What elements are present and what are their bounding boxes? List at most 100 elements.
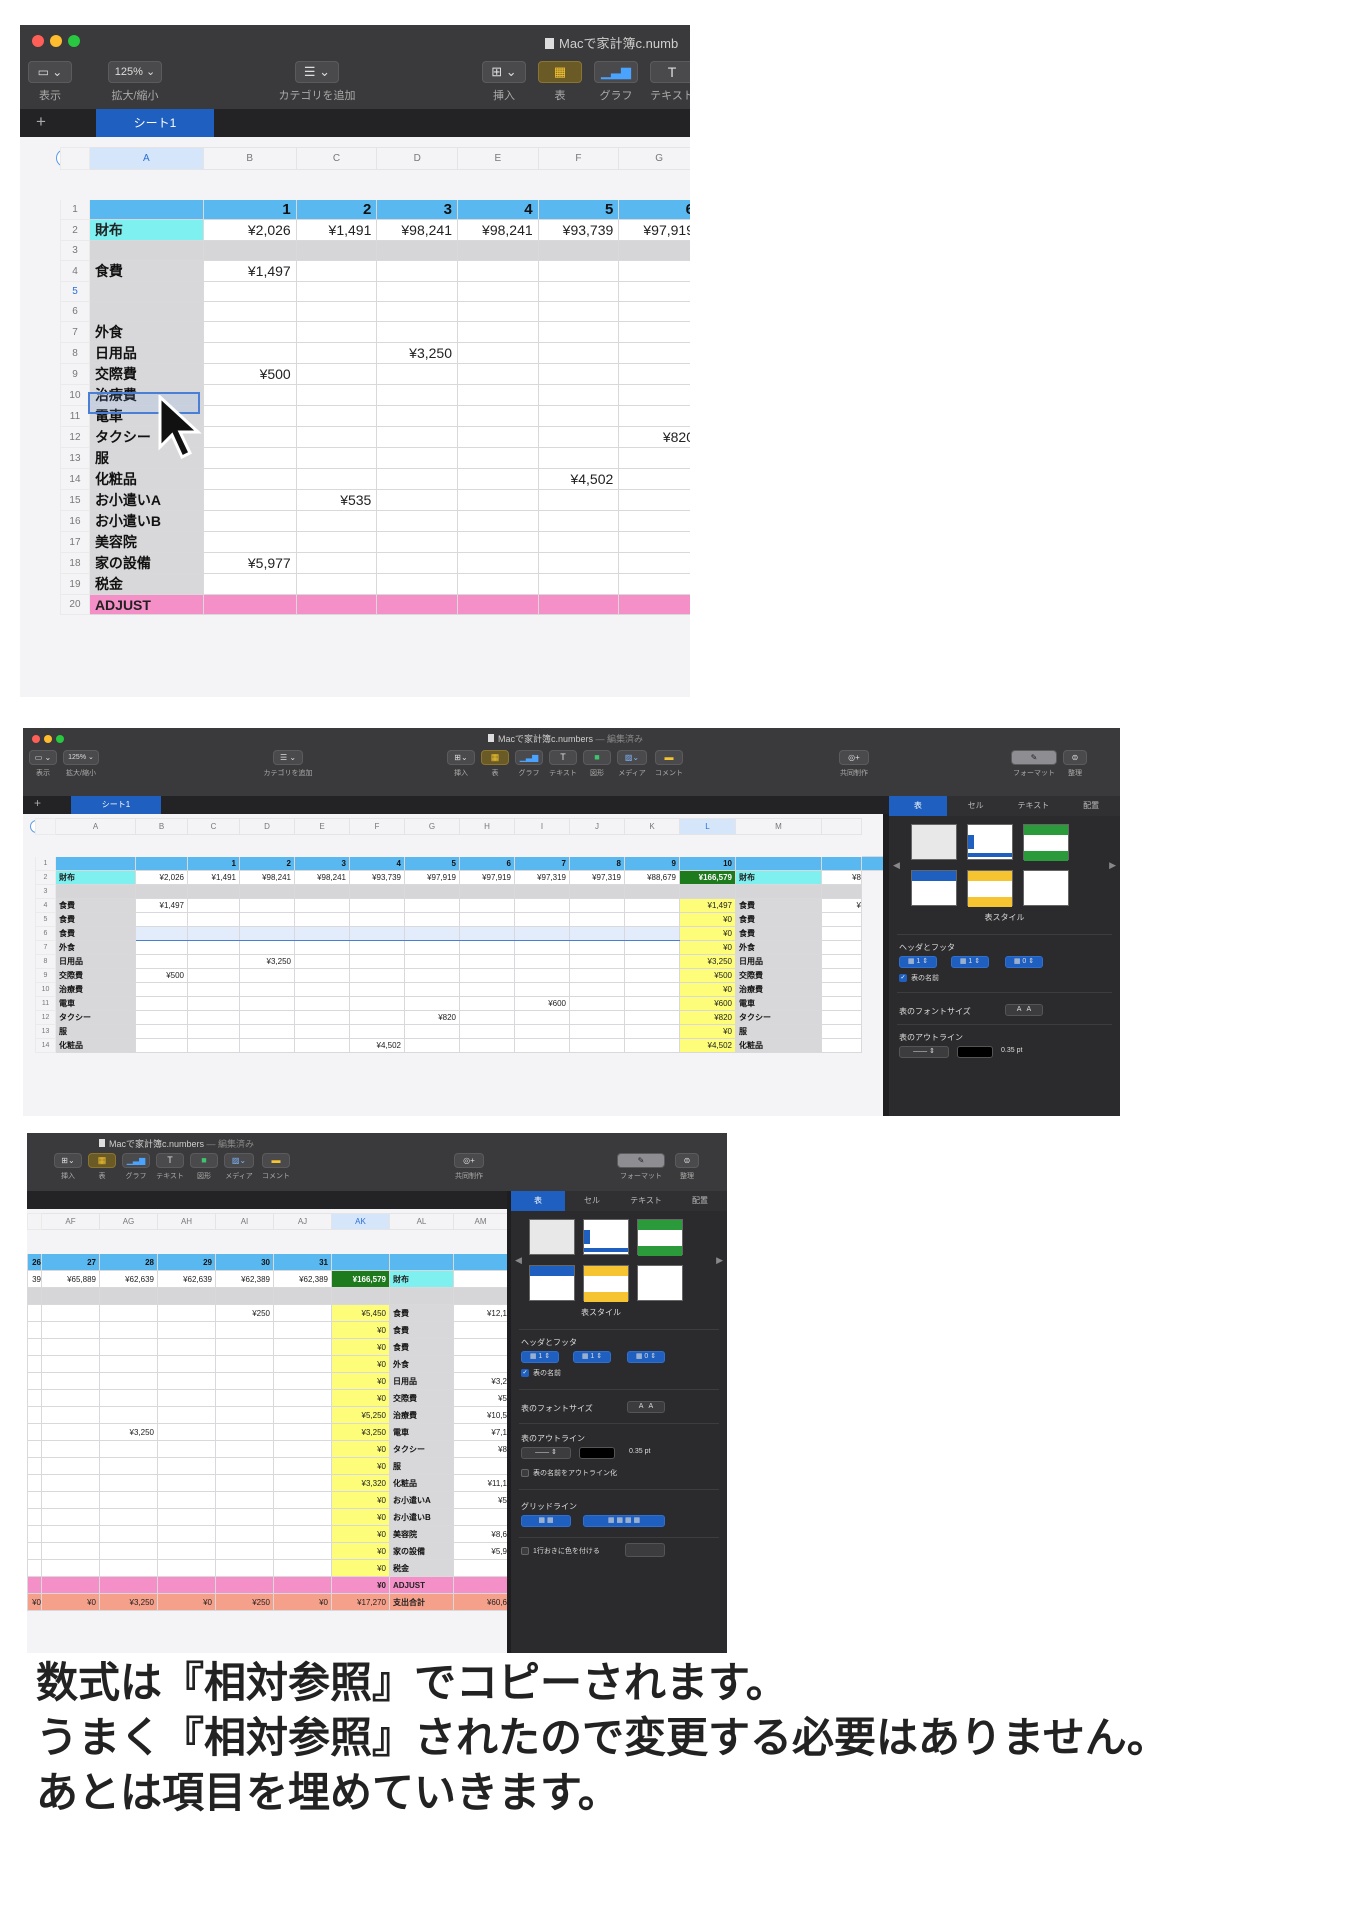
data-cell[interactable] [618, 342, 690, 364]
data-cell[interactable] [618, 321, 690, 343]
data-cell[interactable] [187, 898, 240, 913]
outline-style-select[interactable]: —— ⇕ [521, 1447, 571, 1459]
category-label[interactable]: 税金 [88, 573, 204, 595]
data-cell[interactable] [569, 926, 625, 941]
data-cell[interactable] [273, 1457, 332, 1475]
category-label[interactable]: 交際費 [389, 1389, 454, 1407]
chart-button[interactable]: ▁▃▆ [122, 1153, 150, 1168]
data-cell[interactable] [404, 1038, 460, 1053]
data-cell[interactable] [514, 940, 570, 955]
data-cell[interactable] [404, 996, 460, 1011]
category-label[interactable]: 服 [389, 1457, 454, 1475]
data-cell[interactable] [295, 447, 378, 469]
data-cell[interactable] [404, 912, 460, 927]
data-cell[interactable] [459, 926, 515, 941]
data-cell[interactable]: ¥62,639 [157, 1270, 216, 1288]
data-cell[interactable] [157, 1372, 216, 1390]
data-cell[interactable] [294, 898, 350, 913]
data-cell[interactable] [404, 954, 460, 969]
category-label[interactable]: ADJUST [389, 1576, 454, 1594]
category-label[interactable]: 食費 [389, 1321, 454, 1339]
header-rows-stepper[interactable]: ▦ 1 ⇕ [899, 956, 937, 968]
data-cell[interactable]: ¥500 [202, 363, 297, 385]
total-cell[interactable]: ¥0 [331, 1389, 390, 1407]
spreadsheet-canvas[interactable]: ABCDEFG11234562財布¥2,026¥1,491¥98,241¥98,… [20, 137, 690, 697]
data-cell[interactable] [27, 1457, 42, 1475]
data-cell[interactable] [215, 1355, 274, 1373]
row-number[interactable]: 5 [35, 912, 56, 927]
row-number[interactable]: 1 [60, 199, 90, 220]
header-rows-stepper[interactable]: ▦ 1 ⇕ [521, 1351, 559, 1363]
data-cell[interactable] [376, 281, 458, 302]
row-number[interactable]: 7 [60, 321, 90, 343]
data-cell[interactable] [273, 1542, 332, 1560]
column-header[interactable]: A [88, 147, 204, 170]
data-cell[interactable] [453, 1576, 507, 1594]
data-cell[interactable] [295, 405, 378, 427]
data-cell[interactable] [514, 954, 570, 969]
data-cell[interactable] [569, 884, 625, 899]
data-cell[interactable] [157, 1474, 216, 1492]
data-cell[interactable] [187, 1038, 240, 1053]
total-cell[interactable]: ¥5,450 [331, 1304, 390, 1322]
data-cell[interactable] [453, 1457, 507, 1475]
data-cell[interactable] [27, 1423, 42, 1441]
data-cell[interactable] [273, 1321, 332, 1339]
row-number[interactable]: 6 [35, 926, 56, 941]
data-cell[interactable] [618, 405, 690, 427]
data-cell[interactable]: ¥4,502 [537, 468, 620, 490]
minimize-window-button[interactable] [44, 735, 52, 743]
data-cell[interactable] [273, 1355, 332, 1373]
data-cell[interactable] [41, 1474, 100, 1492]
outline-color-well[interactable] [579, 1447, 615, 1459]
data-table[interactable]: ABCDEFG11234562財布¥2,026¥1,491¥98,241¥98,… [60, 147, 690, 615]
category-label[interactable]: 食費 [55, 926, 136, 941]
data-cell[interactable] [99, 1287, 158, 1305]
data-cell[interactable] [202, 447, 297, 469]
category-label-copy[interactable]: 財布 [735, 870, 822, 885]
data-cell[interactable]: 27 [41, 1253, 100, 1271]
data-cell[interactable] [376, 405, 458, 427]
data-cell[interactable] [514, 926, 570, 941]
shape-button[interactable]: ■ [583, 750, 611, 765]
data-cell[interactable] [202, 531, 297, 553]
data-cell[interactable] [135, 940, 188, 955]
data-cell[interactable] [295, 260, 378, 282]
data-cell[interactable] [457, 363, 539, 385]
data-cell[interactable] [624, 996, 680, 1011]
row-number[interactable]: 9 [60, 363, 90, 385]
data-cell[interactable] [537, 281, 620, 302]
column-header[interactable]: M [735, 818, 822, 835]
data-cell[interactable] [618, 573, 690, 595]
data-cell[interactable] [215, 1440, 274, 1458]
data-cell[interactable]: 1 [202, 199, 297, 220]
category-label[interactable]: 食費 [389, 1338, 454, 1356]
category-label[interactable] [55, 884, 136, 899]
total-cell[interactable]: ¥0 [331, 1576, 390, 1594]
row-number[interactable]: 7 [35, 940, 56, 955]
data-cell[interactable] [569, 940, 625, 955]
data-cell[interactable] [624, 898, 680, 913]
row-number[interactable]: 1 [35, 856, 56, 871]
category-label-copy[interactable]: 食費 [735, 898, 822, 913]
data-cell[interactable] [457, 281, 539, 302]
data-cell[interactable] [41, 1372, 100, 1390]
outline-width-value[interactable]: 0.35 pt [1001, 1047, 1022, 1054]
data-cell[interactable] [215, 1321, 274, 1339]
data-cell[interactable] [453, 1287, 507, 1305]
total-cell[interactable] [679, 884, 736, 899]
column-header[interactable]: D [239, 818, 295, 835]
total-cell[interactable]: ¥0 [331, 1542, 390, 1560]
data-cell[interactable] [514, 982, 570, 997]
data-cell[interactable] [41, 1338, 100, 1356]
data-cell[interactable] [457, 447, 539, 469]
font-larger-button[interactable]: A [649, 1403, 654, 1410]
data-cell[interactable]: ¥5 [453, 1389, 507, 1407]
close-window-button[interactable] [32, 35, 44, 47]
data-cell[interactable] [202, 426, 297, 448]
data-cell[interactable] [514, 1024, 570, 1039]
row-number[interactable]: 3 [35, 884, 56, 899]
total-cell[interactable]: ¥0 [679, 1024, 736, 1039]
data-cell[interactable] [99, 1355, 158, 1373]
category-label[interactable]: 化粧品 [55, 1038, 136, 1053]
